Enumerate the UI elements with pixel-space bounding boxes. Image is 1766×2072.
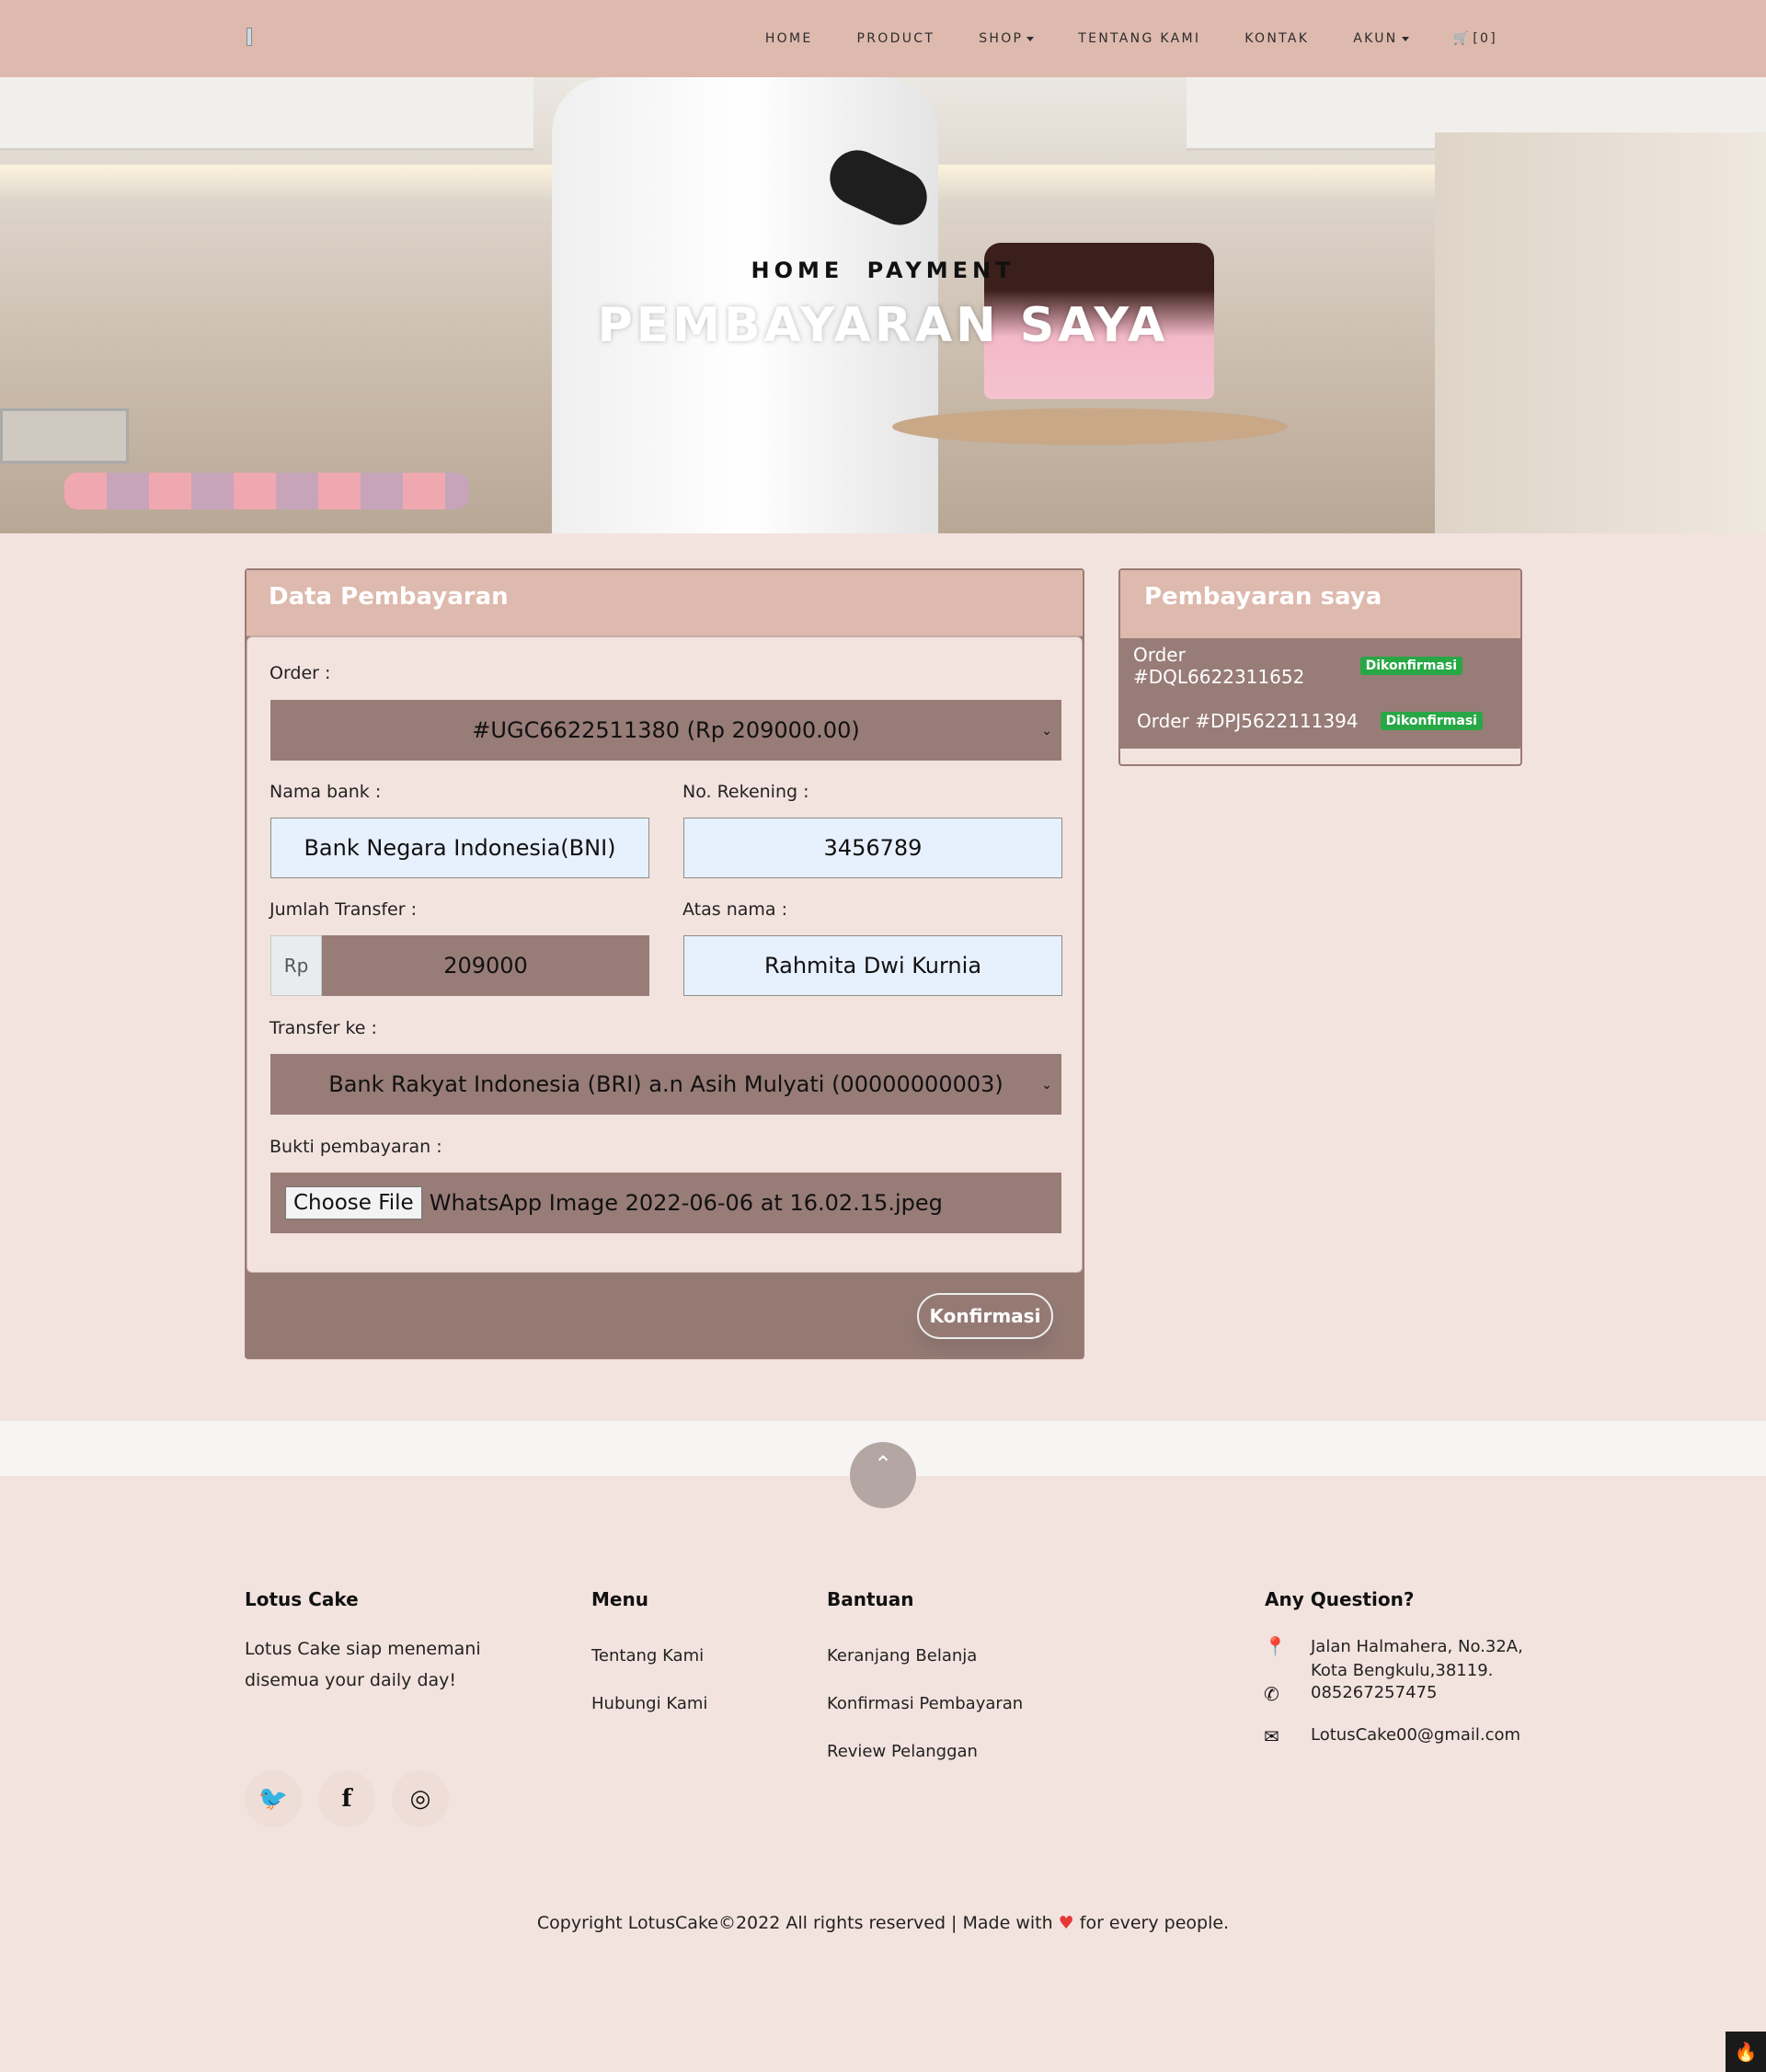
cart-icon: 🛒	[1452, 31, 1472, 46]
breadcrumb-home[interactable]: HOME	[751, 258, 844, 283]
nav-item-shop-label: SHOP	[979, 31, 1024, 46]
caret-down-icon	[1401, 36, 1409, 41]
file-input[interactable]: Choose File WhatsApp Image 2022-06-06 at…	[270, 1173, 1061, 1233]
breadcrumb-current: PAYMENT	[866, 258, 1015, 283]
confirm-button[interactable]: Konfirmasi	[917, 1293, 1053, 1339]
phone-icon: ✆	[1264, 1683, 1279, 1705]
order-select[interactable]: #UGC6622511380 (Rp 209000.00) ⌄	[270, 700, 1061, 761]
transfer-select[interactable]: Bank Rakyat Indonesia (BRI) a.n Asih Mul…	[270, 1054, 1061, 1115]
footer-link-konfirmasi[interactable]: Konfirmasi Pembayaran	[827, 1694, 1023, 1713]
currency-prefix: Rp	[270, 935, 322, 996]
payment-list-item[interactable]: Order #DQL6622311652 Dikonfirmasi	[1120, 638, 1462, 693]
hero-macarons	[64, 473, 469, 509]
status-badge: Dikonfirmasi	[1380, 712, 1483, 730]
footer-link-keranjang[interactable]: Keranjang Belanja	[827, 1646, 977, 1666]
amount-label: Jumlah Transfer :	[269, 899, 417, 920]
address-line: Kota Bengkulu,38119.	[1311, 1661, 1494, 1680]
footer-link-review[interactable]: Review Pelanggan	[827, 1742, 978, 1761]
footer-email[interactable]: LotusCake00@gmail.com	[1311, 1725, 1520, 1745]
status-badge: Dikonfirmasi	[1359, 657, 1462, 675]
nav-cart[interactable]: 🛒 [0]	[1453, 31, 1497, 46]
order-id: Order #DPJ5622111394	[1137, 710, 1359, 732]
nav-item-product[interactable]: PRODUCT	[857, 31, 935, 46]
back-to-top-button[interactable]: ⌃	[850, 1442, 916, 1508]
footer-about-title: Lotus Cake	[245, 1588, 359, 1610]
footer-about-text: Lotus Cake siap menemani disemua your da…	[245, 1633, 481, 1696]
breadcrumb: HOME PAYMENT	[0, 258, 1766, 283]
map-marker-icon: 📍	[1264, 1635, 1287, 1657]
page-title: PEMBAYARAN SAYA	[597, 298, 1169, 353]
cart-count: [0]	[1473, 31, 1497, 46]
address-line: Jalan Halmahera, No.32A,	[1311, 1637, 1523, 1656]
my-payments-title: Pembayaran saya	[1120, 570, 1520, 638]
heart-icon: ♥	[1058, 1913, 1074, 1933]
copyright: Copyright LotusCake©2022 All rights rese…	[0, 1913, 1766, 1933]
chevron-down-icon: ⌄	[1041, 724, 1052, 738]
footer-menu-title: Menu	[591, 1588, 648, 1610]
order-id: Order #DQL6622311652	[1133, 644, 1305, 688]
navbar: HOME PRODUCT SHOP TENTANG KAMI KONTAK AK…	[0, 0, 1766, 77]
order-label: Order :	[269, 663, 331, 683]
nav-item-akun[interactable]: AKUN	[1353, 31, 1409, 46]
rekening-label: No. Rekening :	[682, 782, 809, 802]
footer-link-hubungi-kami[interactable]: Hubungi Kami	[591, 1694, 707, 1713]
nav-item-kontak[interactable]: KONTAK	[1244, 31, 1309, 46]
bank-label: Nama bank :	[269, 782, 382, 802]
nav-item-home[interactable]: HOME	[765, 31, 813, 46]
footer-phone[interactable]: 085267257475	[1311, 1683, 1437, 1702]
my-payments-card: Pembayaran saya Order #DQL6622311652 Dik…	[1118, 568, 1522, 766]
bank-name-field[interactable]: Bank Negara Indonesia(BNI)	[270, 818, 649, 878]
nav-item-tentang-kami[interactable]: TENTANG KAMI	[1078, 31, 1200, 46]
nav-item-akun-label: AKUN	[1353, 31, 1398, 46]
account-name-field[interactable]: Rahmita Dwi Kurnia	[683, 935, 1062, 996]
nav-menu: HOME PRODUCT SHOP TENTANG KAMI KONTAK AK…	[765, 0, 1497, 77]
proof-label: Bukti pembayaran :	[269, 1137, 442, 1157]
hero-banner: HOME PAYMENT PEMBAYARAN SAYA	[0, 77, 1766, 533]
payment-form-body: Order : #UGC6622511380 (Rp 209000.00) ⌄ …	[247, 636, 1083, 1273]
copyright-text: Copyright LotusCake©2022 All rights rese…	[536, 1913, 1053, 1933]
envelope-icon: ✉	[1264, 1725, 1279, 1747]
footer-help-title: Bantuan	[827, 1588, 914, 1610]
chevron-down-icon: ⌄	[1041, 1078, 1052, 1093]
facebook-icon[interactable]: f	[318, 1770, 375, 1827]
nav-item-shop[interactable]: SHOP	[979, 31, 1035, 46]
transfer-label: Transfer ke :	[269, 1018, 377, 1038]
rekening-field[interactable]: 3456789	[683, 818, 1062, 878]
flame-icon[interactable]: 🔥	[1726, 2032, 1766, 2072]
chevron-up-icon: ⌃	[873, 1451, 893, 1477]
caret-down-icon	[1026, 36, 1035, 41]
twitter-icon[interactable]: 🐦	[245, 1770, 302, 1827]
transfer-select-value: Bank Rakyat Indonesia (BRI) a.n Asih Mul…	[328, 1071, 1003, 1097]
brand-logo[interactable]	[247, 28, 252, 46]
hero-outlet	[0, 408, 129, 464]
amount-field[interactable]: 209000	[322, 935, 649, 996]
my-payments-list: Order #DQL6622311652 Dikonfirmasi Order …	[1120, 638, 1520, 749]
footer-address: Jalan Halmahera, No.32A, Kota Bengkulu,3…	[1311, 1635, 1523, 1683]
file-name: WhatsApp Image 2022-06-06 at 16.02.15.jp…	[429, 1190, 943, 1216]
order-select-value: #UGC6622511380 (Rp 209000.00)	[472, 717, 860, 743]
footer-about-line: Lotus Cake siap menemani	[245, 1639, 481, 1659]
footer-link-tentang-kami[interactable]: Tentang Kami	[591, 1646, 704, 1666]
footer-about-line: disemua your daily day!	[245, 1670, 457, 1690]
footer-contact-title: Any Question?	[1265, 1588, 1415, 1610]
payment-list-item[interactable]: Order #DPJ5622111394 Dikonfirmasi	[1120, 693, 1520, 749]
hero-cabinet	[0, 77, 533, 151]
copyright-text-end: for every people.	[1079, 1913, 1230, 1933]
choose-file-button[interactable]: Choose File	[285, 1186, 422, 1219]
payment-form-title: Data Pembayaran	[247, 570, 1083, 636]
payment-form-card: Data Pembayaran Order : #UGC6622511380 (…	[245, 568, 1084, 1359]
hero-plate	[892, 408, 1288, 445]
account-name-label: Atas nama :	[682, 899, 787, 920]
instagram-icon[interactable]: ◎	[392, 1770, 449, 1827]
